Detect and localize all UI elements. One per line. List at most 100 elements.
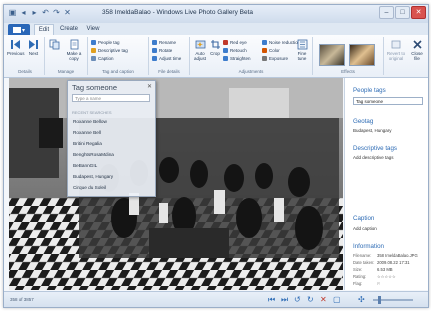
first-photo-icon[interactable]: ⏮ (268, 295, 275, 304)
people-tag-label: People tag (98, 40, 120, 45)
fine-tune-button[interactable]: Fine tune (294, 39, 310, 61)
color-label: Color (269, 48, 280, 53)
manage-icons (47, 39, 61, 51)
add-caption-link[interactable]: Add caption (353, 226, 377, 231)
close-button[interactable]: ✕ (411, 6, 426, 19)
rename-button[interactable]: Rename (152, 40, 176, 46)
tab-view[interactable]: View (84, 24, 102, 35)
popup-list-item[interactable]: Budapest, Hungary (73, 174, 113, 179)
window-title: 358 ImeldaBalao - Windows Live Photo Gal… (102, 9, 254, 16)
flag-icon[interactable]: ⚐ (377, 281, 381, 286)
popup-list-item[interactable]: BeBannGIL (73, 163, 97, 168)
info-row-rating: Rating: ☆☆☆☆☆ (353, 274, 427, 279)
make-copy-button[interactable]: Make a copy (63, 39, 85, 61)
minimize-button[interactable]: – (379, 6, 394, 19)
group-label-file-details: File details (158, 69, 180, 74)
effect-thumbnail-color[interactable] (349, 44, 375, 66)
next-button[interactable]: Next (25, 39, 42, 56)
group-file-details: Rename Rotate Adjust time File details (149, 37, 190, 75)
rating-stars[interactable]: ☆☆☆☆☆ (377, 274, 396, 279)
popup-close-icon[interactable]: ✕ (147, 83, 152, 90)
people-tag-button[interactable]: People tag (91, 40, 120, 46)
red-eye-label: Red eye (230, 40, 247, 45)
effect-thumbnail-sepia[interactable] (319, 44, 345, 66)
retouch-button[interactable]: Retouch (223, 48, 247, 54)
exposure-button[interactable]: Exposure (262, 56, 288, 62)
tag-someone-field[interactable]: Tag someone (353, 97, 423, 105)
popup-list-item[interactable]: Britini Regalia (73, 141, 102, 146)
info-label: Filename: (353, 253, 372, 258)
adjust-time-label: Adjust time (159, 56, 182, 61)
previous-button[interactable]: Previous (7, 39, 25, 56)
descriptive-tag-button[interactable]: Descriptive tag (91, 48, 128, 54)
info-row-flag: Flag: ⚐ (353, 281, 427, 286)
undo-icon[interactable]: ↶ (41, 8, 50, 17)
information-heading: Information (353, 243, 384, 250)
rename-icon (152, 40, 157, 46)
next-label: Next (28, 51, 39, 56)
geotag-value[interactable]: Budapest, Hungary (353, 128, 392, 133)
group-details: Previous Next Details (6, 37, 45, 75)
auto-adjust-button[interactable]: Auto adjust (192, 39, 208, 61)
caption-button[interactable]: Caption (91, 56, 114, 62)
revert-button[interactable]: Revert to original (386, 39, 406, 61)
popup-section-label: RECENT SEARCHES (72, 110, 112, 115)
rotate-left-icon[interactable]: ↺ (294, 295, 301, 304)
rotate-icon (152, 48, 157, 54)
rotate-label: Rotate (159, 48, 173, 53)
tab-create[interactable]: Create (58, 24, 80, 35)
info-value: 2009.08.22 17:31 (377, 260, 410, 265)
red-eye-button[interactable]: Red eye (223, 40, 247, 46)
popup-list-item[interactable]: BenghtsRosaMdina (73, 152, 114, 157)
slideshow-icon[interactable]: ⏭ (281, 295, 288, 304)
close-file-button[interactable]: Close file (408, 39, 426, 61)
group-manage: Make a copy Manage (45, 37, 88, 75)
make-copy-label: Make a copy (66, 51, 82, 61)
zoom-slider-handle[interactable] (378, 296, 381, 304)
group-label-details: Details (18, 69, 32, 74)
auto-adjust-icon (195, 40, 205, 49)
ribbon: Previous Next Details Make a copy Manage… (4, 35, 428, 78)
people-tags-heading: People tags (353, 87, 386, 94)
popup-list-item[interactable]: Roxanne Bell (73, 130, 101, 135)
red-eye-icon (223, 40, 228, 46)
make-copy-icon (70, 39, 78, 50)
status-bar: 358 of 3857 ⏮ ⏭ ↺ ↻ ✕ ▢ ✣ (4, 291, 428, 307)
straighten-label: Straighten (230, 56, 251, 61)
comment-icon[interactable]: ▢ (333, 295, 341, 304)
straighten-button[interactable]: Straighten (223, 56, 251, 62)
crop-label: Crop (210, 51, 220, 56)
rotate-button[interactable]: Rotate (152, 48, 173, 54)
title-bar: ▣ ◂ ▸ ↶ ↷ ✕ 358 ImeldaBalao - Windows Li… (4, 5, 428, 23)
tag-name-input[interactable]: Type a name (72, 94, 150, 102)
popup-list-item[interactable]: Roxanne Bellow (73, 119, 107, 124)
group-label-manage: Manage (57, 69, 75, 74)
adjust-time-button[interactable]: Adjust time (152, 56, 182, 62)
close-file-label: Close file (411, 51, 423, 61)
ribbon-tabs: Edit Create View (4, 23, 428, 36)
maximize-button[interactable]: □ (395, 6, 410, 19)
popup-list-item[interactable]: Cirque du Soleil (73, 185, 106, 190)
add-descriptive-tags-link[interactable]: Add descriptive tags (353, 155, 394, 160)
tab-file[interactable] (8, 24, 30, 35)
group-adjustments: Auto adjust Crop Red eye Retouch Straigh… (190, 37, 313, 75)
app-window: ▣ ◂ ▸ ↶ ↷ ✕ 358 ImeldaBalao - Windows Li… (3, 4, 429, 308)
quick-access-toolbar: ▣ ◂ ▸ ↶ ↷ ✕ (8, 8, 72, 17)
delete-photo-icon[interactable]: ✕ (320, 295, 327, 304)
popup-title: Tag someone (72, 83, 118, 92)
crop-button[interactable]: Crop (209, 39, 221, 56)
fit-icon[interactable]: ✣ (358, 295, 365, 304)
app-icon[interactable]: ▣ (8, 8, 17, 17)
color-button[interactable]: Color (262, 48, 280, 54)
delete-icon[interactable]: ✕ (63, 8, 72, 17)
photo-viewer[interactable] (9, 78, 343, 290)
forward-icon[interactable]: ▸ (30, 8, 39, 17)
rotate-right-icon[interactable]: ↻ (307, 295, 314, 304)
redo-icon[interactable]: ↷ (52, 8, 61, 17)
retouch-icon (223, 48, 228, 54)
fine-tune-label: Fine tune (297, 51, 307, 61)
tag-someone-popup: Tag someone ✕ Type a name RECENT SEARCHE… (67, 80, 156, 197)
back-icon[interactable]: ◂ (19, 8, 28, 17)
clock-icon (152, 56, 157, 62)
group-label-tag-caption: Tag and caption (102, 69, 134, 74)
